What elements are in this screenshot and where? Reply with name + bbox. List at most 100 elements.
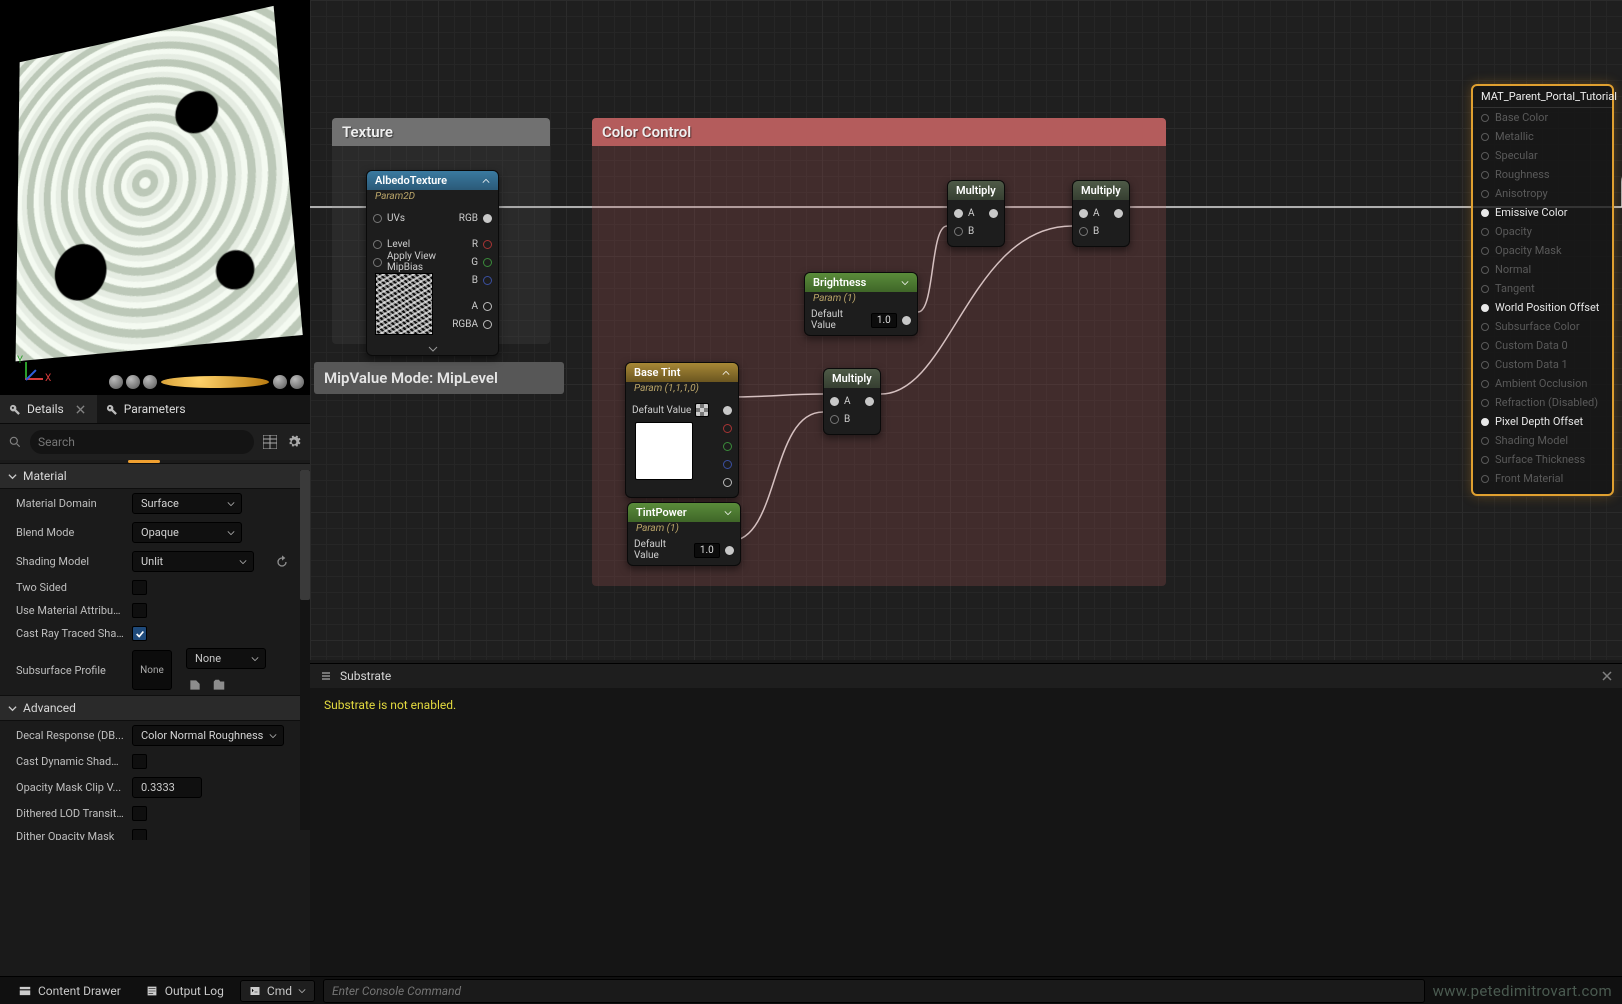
node-albedo-texture[interactable]: AlbedoTexture Param2D UVsRGB LevelR Appl… [366, 170, 499, 356]
settings-gear-icon[interactable] [286, 434, 302, 450]
material-output-pin[interactable]: Base Color [1473, 108, 1612, 127]
preview-custom-icon[interactable] [290, 375, 304, 389]
material-output-pin[interactable]: Refraction (Disabled) [1473, 393, 1612, 412]
preview-sphere-icon[interactable] [109, 375, 123, 389]
preview-cylinder-icon[interactable] [126, 375, 140, 389]
preview-mesh-icon[interactable] [273, 375, 287, 389]
close-icon[interactable] [76, 405, 85, 414]
comment-title[interactable]: Texture [332, 118, 550, 146]
material-output-pin[interactable]: Metallic [1473, 127, 1612, 146]
output-pin[interactable] [902, 316, 911, 325]
use-selected-asset-icon[interactable] [186, 677, 204, 693]
cast-ray-traced-checkbox[interactable] [132, 626, 147, 641]
output-pin-a[interactable] [723, 478, 732, 487]
output-pin-g[interactable] [723, 442, 732, 451]
shading-model-dropdown[interactable]: Unlit [132, 551, 254, 572]
use-material-attr-checkbox[interactable] [132, 603, 147, 618]
cast-dynamic-shadow-checkbox[interactable] [132, 754, 147, 769]
two-sided-checkbox[interactable] [132, 580, 147, 595]
chevron-down-icon[interactable] [901, 279, 909, 287]
output-pin[interactable] [723, 406, 732, 415]
material-output-pin[interactable]: Pixel Depth Offset [1473, 412, 1612, 431]
comment-title[interactable]: Color Control [592, 118, 1166, 146]
scrollbar-thumb[interactable] [300, 470, 310, 600]
node-brightness[interactable]: Brightness Param (1) Default Value 1.0 [804, 272, 918, 336]
chevron-up-icon[interactable] [482, 177, 490, 185]
material-preview-viewport[interactable]: X Y [0, 0, 310, 395]
preview-cube-icon[interactable] [143, 375, 157, 389]
opacity-mask-clip-input[interactable]: 0.3333 [132, 777, 202, 798]
material-output-pin[interactable]: Ambient Occlusion [1473, 374, 1612, 393]
content-drawer-button[interactable]: Content Drawer [10, 981, 129, 1001]
console-command-input[interactable] [323, 979, 1425, 1003]
chevron-down-icon[interactable] [724, 509, 732, 517]
cmd-selector[interactable]: Cmd [240, 980, 315, 1002]
output-pin-b[interactable] [723, 460, 732, 469]
default-value-input[interactable]: 1.0 [694, 543, 720, 558]
output-pin[interactable] [725, 546, 734, 555]
tab-details[interactable]: Details [0, 395, 97, 423]
output-pin[interactable] [865, 397, 874, 406]
material-output-pin[interactable]: Shading Model [1473, 431, 1612, 450]
substrate-header[interactable]: Substrate [310, 664, 1622, 688]
material-output-pin[interactable]: Anisotropy [1473, 184, 1612, 203]
node-tint-power[interactable]: TintPower Param (1) Default Value 1.0 [627, 502, 741, 566]
blend-mode-dropdown[interactable]: Opaque [132, 522, 242, 543]
dithered-lod-checkbox[interactable] [132, 806, 147, 821]
material-output-pin[interactable]: Emissive Color [1473, 203, 1612, 222]
texture-thumbnail[interactable] [375, 273, 433, 335]
node-multiply-3[interactable]: Multiply A B [1072, 180, 1130, 247]
decal-response-dropdown[interactable]: Color Normal Roughness [132, 725, 284, 746]
output-pin-r[interactable] [723, 424, 732, 433]
close-icon[interactable] [1602, 671, 1612, 681]
section-material[interactable]: Material [0, 463, 310, 489]
material-output-pin[interactable]: Tangent [1473, 279, 1612, 298]
log-icon [145, 984, 159, 998]
section-advanced[interactable]: Advanced [0, 695, 310, 721]
browse-to-asset-icon[interactable] [210, 677, 228, 693]
prop-opacity-mask-clip: Opacity Mask Clip V... 0.3333 [0, 773, 310, 802]
material-output-pin[interactable]: Custom Data 0 [1473, 336, 1612, 355]
column-view-icon[interactable] [262, 434, 278, 450]
default-value-input[interactable]: 1.0 [871, 313, 897, 328]
node-title: Multiply [832, 372, 872, 385]
dither-opacity-mask-checkbox[interactable] [132, 829, 147, 840]
search-input[interactable] [30, 430, 254, 454]
output-pin[interactable] [989, 209, 998, 218]
wrench-icon [8, 403, 21, 416]
subsurface-thumbnail[interactable]: None [132, 650, 172, 690]
details-scrollbar[interactable] [300, 470, 310, 830]
mip-value-mode-bar[interactable]: MipValue Mode: MipLevel [314, 362, 564, 394]
color-swatch[interactable] [695, 403, 709, 417]
material-output-pin[interactable]: Surface Thickness [1473, 450, 1612, 469]
tab-parameters[interactable]: Parameters [97, 395, 198, 423]
material-output-pin[interactable]: Opacity [1473, 222, 1612, 241]
chevron-down-icon [8, 704, 17, 713]
output-log-button[interactable]: Output Log [137, 981, 232, 1001]
material-output-node[interactable]: MAT_Parent_Portal_Tutorial Base ColorMet… [1471, 84, 1614, 496]
material-output-pin[interactable]: Custom Data 1 [1473, 355, 1612, 374]
node-multiply-2[interactable]: Multiply A B [947, 180, 1005, 247]
material-output-pin[interactable]: Normal [1473, 260, 1612, 279]
output-pin[interactable] [1114, 209, 1123, 218]
material-output-pin[interactable]: World Position Offset [1473, 298, 1612, 317]
node-multiply-1[interactable]: Multiply A B [823, 368, 881, 435]
axis-gizmo: X Y [15, 350, 45, 380]
material-output-pin[interactable]: Specular [1473, 146, 1612, 165]
subsurface-asset-dropdown[interactable]: None [186, 648, 266, 669]
color-preview[interactable] [635, 422, 693, 480]
material-domain-dropdown[interactable]: Surface [132, 493, 242, 514]
material-output-pin[interactable]: Roughness [1473, 165, 1612, 184]
node-collapse-caret[interactable] [367, 343, 498, 355]
chevron-down-icon [227, 500, 235, 508]
material-output-pin[interactable]: Opacity Mask [1473, 241, 1612, 260]
details-property-list: Material Material Domain Surface Blend M… [0, 463, 310, 840]
material-graph-canvas[interactable]: Texture MipValue Mode: MipLevel Color Co… [310, 0, 1622, 660]
material-output-pin[interactable]: Front Material [1473, 469, 1612, 488]
reset-to-default-icon[interactable] [274, 554, 290, 570]
chevron-down-icon [227, 529, 235, 537]
preview-plane-icon[interactable] [160, 375, 270, 389]
node-base-tint[interactable]: Base Tint Param (1,1,1,0) Default Value [625, 362, 739, 498]
material-output-pin[interactable]: Subsurface Color [1473, 317, 1612, 336]
chevron-up-icon[interactable] [722, 369, 730, 377]
